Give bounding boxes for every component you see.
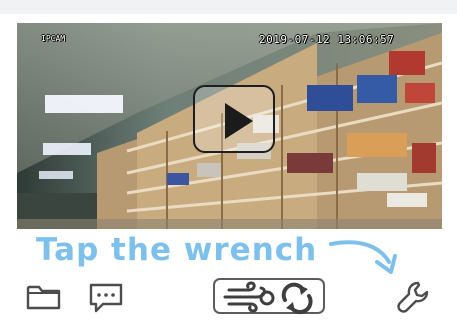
video-timestamp: 2019-07-12 13:06:57 xyxy=(259,33,395,46)
rotate-icon xyxy=(281,282,313,315)
top-strip xyxy=(0,0,457,14)
play-icon xyxy=(225,103,253,139)
camera-name-label: IPCAM xyxy=(41,34,66,43)
wind-icon xyxy=(223,281,275,313)
camera-video-feed[interactable]: IPCAM 2019-07-12 13:06:57 xyxy=(17,23,442,229)
wrench-icon xyxy=(397,281,429,313)
wind-rotate-toggle-button[interactable] xyxy=(213,278,325,315)
message-button[interactable] xyxy=(88,282,124,314)
instruction-annotation: Tap the wrench xyxy=(36,232,318,268)
wrench-settings-button[interactable] xyxy=(396,279,432,315)
folder-button[interactable] xyxy=(26,283,62,311)
play-button[interactable] xyxy=(193,85,275,153)
folder-icon xyxy=(26,285,61,310)
message-icon xyxy=(89,283,123,313)
